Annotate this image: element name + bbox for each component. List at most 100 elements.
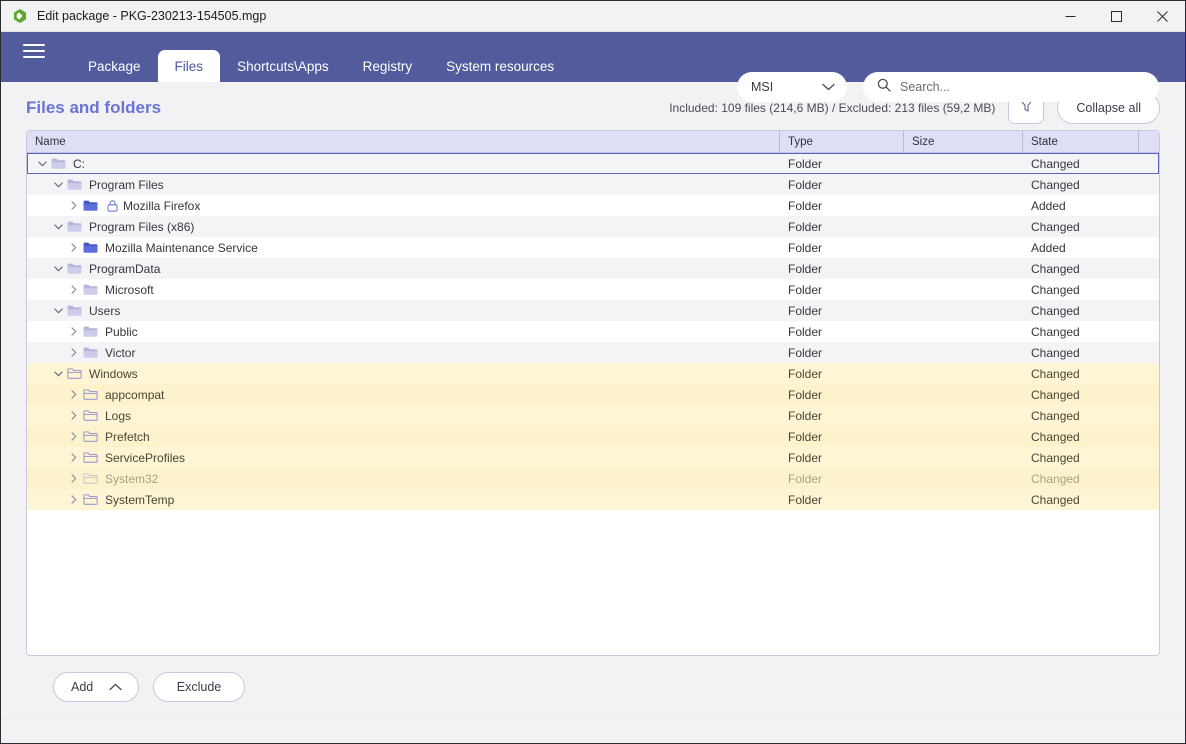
add-button[interactable]: Add — [53, 672, 139, 702]
cell-type: Folder — [788, 345, 823, 360]
chevron-down-icon[interactable] — [50, 307, 66, 314]
cell-type: Folder — [788, 156, 823, 171]
chevron-right-icon[interactable] — [66, 390, 82, 399]
cell-type: Folder — [788, 303, 823, 318]
cell-type: Folder — [788, 408, 823, 423]
hamburger-menu-icon[interactable] — [11, 32, 57, 82]
table-row[interactable]: Prefetch Folder Changed — [27, 426, 1159, 447]
chevron-right-icon[interactable] — [66, 411, 82, 420]
tab-system-resources[interactable]: System resources — [429, 50, 571, 82]
table-row[interactable]: Program Files (x86) Folder Changed — [27, 216, 1159, 237]
maximize-button[interactable] — [1093, 1, 1139, 32]
chevron-down-icon[interactable] — [50, 181, 66, 188]
tab-package[interactable]: Package — [71, 50, 158, 82]
folder-grey-icon — [50, 157, 67, 170]
action-bar: Add Exclude — [26, 656, 1160, 718]
cell-size — [904, 154, 1023, 173]
close-button[interactable] — [1139, 1, 1185, 32]
row-name-label: Logs — [105, 408, 132, 423]
row-name-label: Mozilla Maintenance Service — [105, 240, 258, 255]
cell-type: Folder — [788, 198, 823, 213]
lock-icon — [105, 199, 119, 212]
cell-size — [904, 448, 1023, 467]
tab-registry[interactable]: Registry — [346, 50, 430, 82]
table-row[interactable]: ProgramData Folder Changed — [27, 258, 1159, 279]
search-input[interactable] — [900, 80, 1145, 94]
table-row[interactable]: Victor Folder Changed — [27, 342, 1159, 363]
table-row[interactable]: Users Folder Changed — [27, 300, 1159, 321]
table-row[interactable]: Windows Folder Changed — [27, 363, 1159, 384]
cell-size — [904, 259, 1023, 278]
minimize-button[interactable] — [1047, 1, 1093, 32]
package-type-select[interactable]: MSI — [737, 72, 847, 102]
status-bar — [1, 718, 1185, 743]
row-name-label: Program Files — [89, 177, 164, 192]
chevron-down-icon[interactable] — [34, 160, 50, 167]
chevron-down-icon[interactable] — [50, 370, 66, 377]
cell-size — [904, 364, 1023, 383]
cell-size — [904, 469, 1023, 488]
chevron-right-icon[interactable] — [66, 348, 82, 357]
cell-type: Folder — [788, 366, 823, 381]
cell-type: Folder — [788, 177, 823, 192]
table-row[interactable]: Logs Folder Changed — [27, 405, 1159, 426]
cell-state: Changed — [1031, 408, 1080, 423]
window-title: Edit package - PKG-230213-154505.mgp — [37, 9, 267, 23]
chevron-right-icon[interactable] — [66, 432, 82, 441]
chevron-right-icon[interactable] — [66, 327, 82, 336]
exclude-button[interactable]: Exclude — [153, 672, 245, 702]
table-row[interactable]: Mozilla Maintenance Service Folder Added — [27, 237, 1159, 258]
tab-shortcuts-apps[interactable]: Shortcuts\Apps — [220, 50, 346, 82]
folder-outline-icon — [66, 367, 83, 380]
chevron-right-icon[interactable] — [66, 243, 82, 252]
folder-outline-icon — [82, 430, 99, 443]
table-row[interactable]: Mozilla Firefox Folder Added — [27, 195, 1159, 216]
chevron-down-icon[interactable] — [50, 265, 66, 272]
search-box[interactable] — [863, 72, 1159, 102]
chevron-right-icon[interactable] — [66, 495, 82, 504]
chevron-right-icon[interactable] — [66, 453, 82, 462]
table-header-row: Name Type Size State — [27, 130, 1159, 153]
row-name-label: Windows — [89, 366, 138, 381]
column-header-size[interactable]: Size — [903, 130, 1022, 153]
table-row[interactable]: SystemTemp Folder Changed — [27, 489, 1159, 510]
tab-files[interactable]: Files — [157, 50, 221, 82]
cell-name: Prefetch — [28, 427, 780, 446]
folder-outline-icon — [82, 451, 99, 464]
window-controls — [1047, 1, 1185, 32]
cell-size — [904, 427, 1023, 446]
column-header-type[interactable]: Type — [779, 130, 903, 153]
row-name-label: Mozilla Firefox — [123, 198, 201, 213]
table-row[interactable]: Program Files Folder Changed — [27, 174, 1159, 195]
cell-type: Folder — [788, 240, 823, 255]
folder-grey-icon — [82, 346, 99, 359]
chevron-down-icon[interactable] — [50, 223, 66, 230]
cell-name: Program Files (x86) — [28, 217, 780, 236]
cell-type: Folder — [788, 261, 823, 276]
table-row[interactable]: C: Folder Changed — [27, 153, 1159, 174]
table-row[interactable]: ServiceProfiles Folder Changed — [27, 447, 1159, 468]
folder-outline-icon — [82, 472, 99, 485]
cell-extra — [1139, 385, 1158, 404]
nav-right-controls: MSI — [737, 72, 1159, 102]
chevron-right-icon[interactable] — [66, 201, 82, 210]
table-row[interactable]: appcompat Folder Changed — [27, 384, 1159, 405]
cell-state: Changed — [1031, 387, 1080, 402]
table-row[interactable]: System32 Folder Changed — [27, 468, 1159, 489]
column-header-name[interactable]: Name — [27, 131, 779, 153]
main-tabs: Package Files Shortcuts\Apps Registry System… — [71, 32, 571, 82]
cell-size — [904, 217, 1023, 236]
cell-name: Windows — [28, 364, 780, 383]
column-header-state[interactable]: State — [1022, 130, 1138, 153]
cell-state: Added — [1031, 198, 1066, 213]
cell-state: Changed — [1031, 429, 1080, 444]
search-icon — [877, 78, 891, 97]
table-row[interactable]: Microsoft Folder Changed — [27, 279, 1159, 300]
row-name-label: C: — [73, 156, 85, 171]
row-name-label: Program Files (x86) — [89, 219, 195, 234]
chevron-right-icon[interactable] — [66, 474, 82, 483]
chevron-right-icon[interactable] — [66, 285, 82, 294]
cell-state: Changed — [1031, 324, 1080, 339]
table-row[interactable]: Public Folder Changed — [27, 321, 1159, 342]
row-name-label: System32 — [105, 471, 159, 486]
